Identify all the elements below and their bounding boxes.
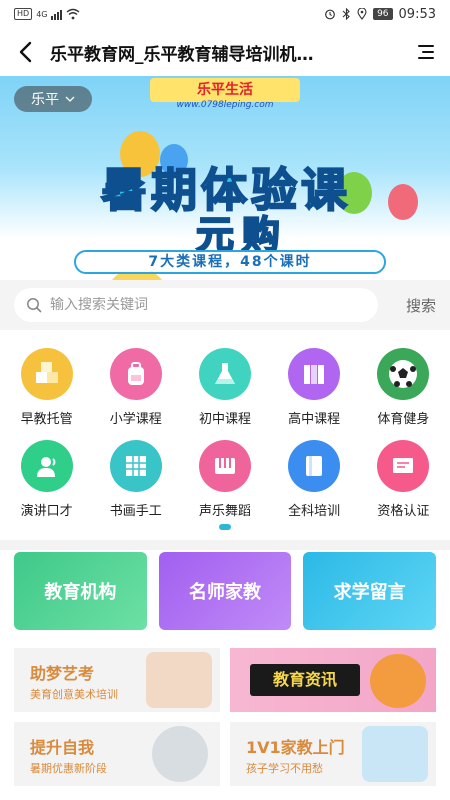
chevron-down-icon bbox=[65, 96, 75, 102]
promo-row: 提升自我 暑期优惠新阶段 1V1家教上门 孩子学习不用愁 bbox=[14, 722, 436, 786]
category-row: 早教托管 小学课程 初中课程 高中课程 体育健身 bbox=[0, 348, 450, 440]
tutor-image bbox=[362, 726, 428, 782]
category-item-painting[interactable]: 书画手工 bbox=[96, 440, 176, 532]
category-item-music-dance[interactable]: 声乐舞蹈 bbox=[185, 440, 265, 532]
location-icon bbox=[357, 8, 367, 20]
page-title: 乐平教育网_乐平教育辅导培训机… bbox=[50, 44, 314, 65]
stopwatch-image bbox=[152, 726, 208, 782]
button-label: 教育机构 bbox=[44, 582, 117, 603]
promo-banner[interactable]: 乐平 乐平生活 www.0798leping.com 暑期体验课 元购 7大类课… bbox=[0, 76, 450, 280]
top-nav-bar: 乐平教育网_乐平教育辅导培训机… bbox=[0, 28, 450, 76]
cartoon-cat-image bbox=[370, 654, 426, 708]
menu-button[interactable] bbox=[402, 28, 450, 76]
certificate-icon bbox=[377, 440, 430, 492]
battery-icon: 96 bbox=[373, 8, 393, 20]
promo-row: 助梦艺考 美育创意美术培训 教育资讯 bbox=[14, 648, 436, 712]
student-girl-image bbox=[146, 652, 212, 708]
blocks-icon bbox=[20, 348, 73, 400]
banner-subtitle: 7大类课程，48个课时 bbox=[74, 250, 386, 274]
category-label: 全科培训 bbox=[288, 504, 341, 519]
category-row: 演讲口才 书画手工 声乐舞蹈 全科培训 资格认证 bbox=[0, 440, 450, 532]
soccer-ball-icon bbox=[377, 348, 430, 400]
flask-icon bbox=[198, 348, 251, 400]
city-label: 乐平 bbox=[31, 92, 59, 108]
category-item-certification[interactable]: 资格认证 bbox=[363, 440, 443, 532]
promo-card-art-exam[interactable]: 助梦艺考 美育创意美术培训 bbox=[14, 648, 220, 712]
button-label: 名师家教 bbox=[189, 582, 261, 603]
promo-card-education-news[interactable]: 教育资讯 bbox=[230, 648, 436, 712]
back-button[interactable] bbox=[0, 28, 50, 76]
piano-icon bbox=[198, 440, 251, 492]
city-selector[interactable]: 乐平 bbox=[14, 86, 92, 112]
famous-tutor-button[interactable]: 名师家教 bbox=[158, 552, 292, 630]
grid-icon bbox=[109, 440, 162, 492]
category-label: 书画手工 bbox=[109, 504, 162, 519]
alarm-icon bbox=[325, 9, 335, 20]
category-label: 声乐舞蹈 bbox=[198, 504, 251, 519]
page-indicator bbox=[219, 524, 231, 530]
search-input[interactable] bbox=[50, 297, 366, 313]
signal-icon bbox=[51, 9, 63, 20]
promo-subtitle: 暑期优惠新阶段 bbox=[30, 762, 107, 775]
status-left: HD 4G bbox=[14, 8, 80, 20]
menu-icon bbox=[418, 45, 434, 59]
banner-logo: 乐平生活 bbox=[150, 78, 300, 102]
network-type: 4G bbox=[36, 9, 48, 19]
books-icon bbox=[288, 348, 341, 400]
category-item-sports[interactable]: 体育健身 bbox=[363, 348, 443, 440]
section-divider bbox=[0, 540, 450, 550]
status-bar: HD 4G 96 09:53 bbox=[0, 0, 450, 28]
category-item-all-subjects[interactable]: 全科培训 bbox=[274, 440, 354, 532]
category-label: 初中课程 bbox=[198, 412, 251, 427]
status-right: 96 09:53 bbox=[324, 7, 436, 22]
search-button[interactable]: 搜索 bbox=[378, 295, 436, 316]
category-item-high[interactable]: 高中课程 bbox=[274, 348, 354, 440]
category-label: 演讲口才 bbox=[20, 504, 73, 519]
button-label: 求学留言 bbox=[333, 582, 406, 603]
backpack-icon bbox=[109, 348, 162, 400]
bluetooth-icon bbox=[342, 8, 350, 20]
category-label: 体育健身 bbox=[377, 412, 430, 427]
speaker-icon bbox=[20, 440, 73, 492]
promo-title: 助梦艺考 bbox=[30, 664, 95, 683]
promo-cards: 助梦艺考 美育创意美术培训 教育资讯 提升自我 暑期优惠新阶段 1V1家教上门 … bbox=[14, 648, 436, 796]
news-overlay-text: 教育资讯 bbox=[272, 670, 337, 689]
category-label: 小学课程 bbox=[109, 412, 162, 427]
category-item-primary[interactable]: 小学课程 bbox=[96, 348, 176, 440]
search-bar: 搜索 bbox=[0, 280, 450, 330]
promo-title: 提升自我 bbox=[30, 738, 95, 757]
hd-badge: HD bbox=[14, 8, 33, 20]
banner-url: www.0798leping.com bbox=[176, 100, 274, 110]
promo-title: 1V1家教上门 bbox=[246, 738, 345, 757]
clock: 09:53 bbox=[398, 6, 436, 22]
feature-buttons: 教育机构 名师家教 求学留言 bbox=[14, 552, 437, 630]
education-institution-button[interactable]: 教育机构 bbox=[14, 552, 147, 630]
education-news-image: 教育资讯 bbox=[250, 664, 360, 696]
promo-card-home-tutor[interactable]: 1V1家教上门 孩子学习不用愁 bbox=[230, 722, 436, 786]
category-grid: 早教托管 小学课程 初中课程 高中课程 体育健身 演讲口才 书画手工 声乐舞蹈 … bbox=[0, 348, 450, 532]
category-label: 早教托管 bbox=[20, 412, 73, 427]
study-message-button[interactable]: 求学留言 bbox=[303, 552, 437, 630]
category-item-speech[interactable]: 演讲口才 bbox=[7, 440, 87, 532]
search-box[interactable] bbox=[14, 288, 378, 322]
wifi-icon bbox=[67, 8, 80, 20]
category-label: 高中课程 bbox=[288, 412, 341, 427]
search-icon bbox=[27, 298, 42, 313]
category-item-middle[interactable]: 初中课程 bbox=[185, 348, 265, 440]
category-item-early-education[interactable]: 早教托管 bbox=[7, 348, 87, 440]
promo-card-self-improvement[interactable]: 提升自我 暑期优惠新阶段 bbox=[14, 722, 220, 786]
category-label: 资格认证 bbox=[377, 504, 430, 519]
book-icon bbox=[288, 440, 341, 492]
back-arrow-icon bbox=[19, 41, 32, 63]
promo-subtitle: 美育创意美术培训 bbox=[30, 688, 118, 701]
promo-subtitle: 孩子学习不用愁 bbox=[246, 762, 323, 775]
